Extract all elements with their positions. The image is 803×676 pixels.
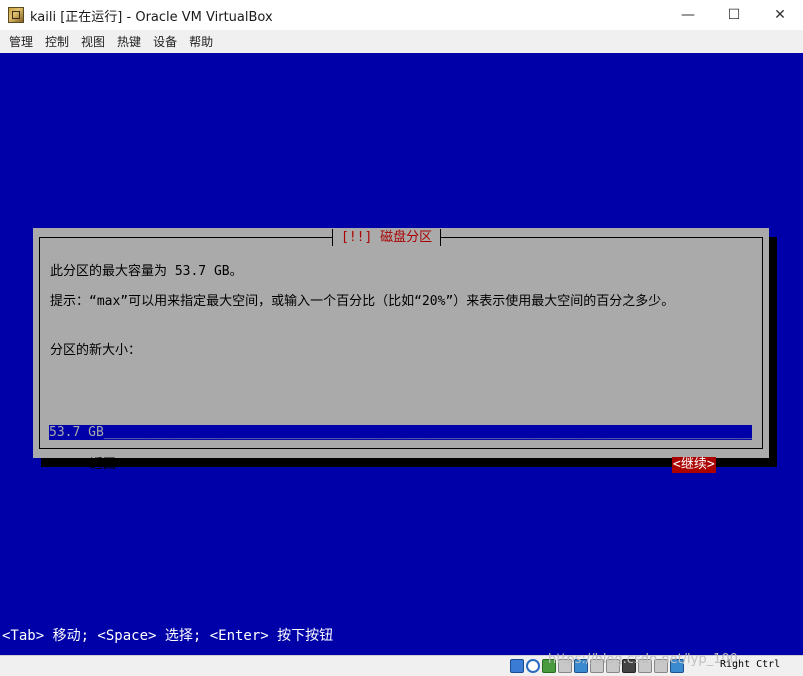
menu-hotkey[interactable]: 热键 [117, 33, 141, 50]
vm-display[interactable]: [!!] 磁盘分区 此分区的最大容量为 53.7 GB。 提示：“max”可以用… [0, 53, 803, 655]
window-controls: — ☐ ✕ [665, 0, 803, 30]
new-size-label: 分区的新大小： [50, 343, 142, 358]
menu-view[interactable]: 视图 [81, 33, 105, 50]
status-bar: https://blog.csdn.net/lyp_100 Right Ctrl [0, 652, 803, 676]
continue-button[interactable]: <继续> [672, 457, 716, 473]
watermark-text: https://blog.csdn.net/lyp_100 [548, 652, 738, 667]
title-bar: kaili [正在运行] - Oracle VM VirtualBox — ☐ … [0, 0, 803, 30]
partition-size-input[interactable]: 53.7 GB_________________________________… [49, 425, 752, 440]
maximize-button[interactable]: ☐ [711, 0, 757, 30]
window-title: kaili [正在运行] - Oracle VM VirtualBox [30, 9, 273, 25]
keyboard-hint: <Tab> 移动; <Space> 选择; <Enter> 按下按钮 [2, 628, 334, 644]
hard-disk-icon[interactable] [510, 659, 524, 673]
minimize-button[interactable]: — [665, 0, 711, 30]
menu-control[interactable]: 控制 [45, 33, 69, 50]
back-button[interactable]: <返回> [82, 457, 124, 473]
size-input-value: 53.7 GB [49, 425, 104, 440]
menu-bar: 管理 控制 视图 热键 设备 帮助 [0, 30, 803, 52]
dialog-title: [!!] 磁盘分区 [332, 229, 442, 246]
tip-text: 提示：“max”可以用来指定最大空间，或输入一个百分比（比如“20%”）来表示使… [50, 294, 675, 309]
menu-help[interactable]: 帮助 [189, 33, 213, 50]
menu-manage[interactable]: 管理 [9, 33, 33, 50]
menu-devices[interactable]: 设备 [153, 33, 177, 50]
input-fill: ________________________________________… [103, 425, 752, 440]
host-key-label: Right Ctrl [720, 659, 781, 670]
max-size-text: 此分区的最大容量为 53.7 GB。 [50, 264, 243, 279]
optical-drive-icon[interactable] [526, 659, 540, 673]
partition-dialog: [!!] 磁盘分区 此分区的最大容量为 53.7 GB。 提示：“max”可以用… [33, 228, 769, 473]
virtualbox-app-icon [8, 7, 24, 23]
close-button[interactable]: ✕ [757, 0, 803, 30]
